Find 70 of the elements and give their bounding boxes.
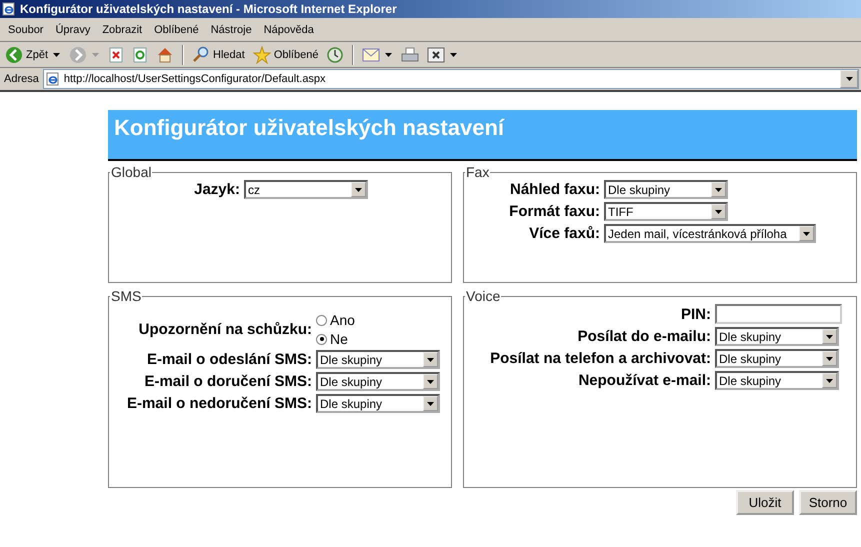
envelope-icon [362, 48, 380, 62]
home-icon [156, 46, 174, 64]
field-label: Posílat na telefon a archivovat: [489, 350, 711, 367]
caret-icon [355, 188, 362, 192]
dropdown[interactable]: cz [244, 180, 368, 199]
caret-icon [803, 232, 810, 236]
dropdown[interactable]: Dle skupiny [316, 394, 440, 413]
field-label: Posílat do e-mailu: [576, 328, 711, 345]
caret-icon [427, 380, 434, 384]
pin-field[interactable] [715, 304, 842, 324]
caret-icon [427, 402, 434, 406]
stop-icon [108, 46, 124, 62]
dropdown[interactable]: Dle skupiny [715, 349, 839, 368]
dropdown-arrow-icon[interactable] [53, 52, 60, 56]
group-legend: Fax [465, 164, 490, 180]
dropdown-button[interactable] [840, 70, 858, 88]
form-button[interactable]: Storno [799, 490, 857, 515]
dropdown[interactable]: Dle skupiny [604, 180, 728, 199]
address-label: Adresa [4, 73, 39, 85]
field-label: Více faxů: [528, 225, 600, 242]
refresh-icon [132, 46, 148, 62]
menu-item[interactable]: Nástroje [206, 24, 260, 36]
document-icon [427, 46, 446, 62]
page-heading: Konfigurátor uživatelských nastavení [114, 115, 504, 140]
group-legend: Voice [465, 288, 502, 304]
dropdown[interactable]: Dle skupiny [316, 350, 440, 369]
dropdown[interactable]: TIFF [604, 202, 728, 221]
menu-item[interactable]: Zobrazit [98, 24, 150, 36]
dropdown[interactable]: Dle skupiny [316, 372, 440, 391]
back-button[interactable]: Zpět [2, 44, 52, 66]
star-icon [252, 46, 271, 64]
caret-icon [715, 188, 722, 192]
field-label: PIN: [680, 306, 711, 322]
field-label: Náhled faxu: [508, 181, 600, 198]
radio-option[interactable]: Ano [316, 312, 355, 328]
address-field[interactable]: http://localhost/UserSettingsConfigurator/Default.aspx [42, 69, 859, 89]
search-icon [192, 46, 210, 64]
field-label: Jazyk: [193, 181, 240, 198]
dropdown-arrow-icon[interactable] [385, 52, 392, 56]
field-label: Nepoužívat e-mail: [577, 372, 711, 389]
group-legend: Global [110, 164, 152, 180]
form-button[interactable]: Uložit [736, 490, 794, 515]
caret-icon [846, 77, 852, 81]
field-label: Upozornění na schůzku: [138, 321, 312, 338]
field-label: E-mail o doručení SMS: [143, 373, 312, 390]
menu-item[interactable]: Soubor [4, 24, 52, 36]
group-legend: SMS [110, 288, 142, 304]
field-label: E-mail o nedoručení SMS: [126, 395, 312, 412]
page-icon [46, 72, 60, 86]
menu-item[interactable]: Nápověda [260, 24, 322, 36]
window-title: Konfigurátor uživatelských nastavení - Microsoft Internet Explorer [20, 2, 397, 16]
favorites-button[interactable]: Oblíbené [250, 44, 322, 66]
clock-icon [326, 46, 344, 64]
dropdown[interactable]: Dle skupiny [715, 371, 839, 390]
field-label: Formát faxu: [508, 203, 600, 220]
search-button[interactable]: Hledat [189, 44, 248, 66]
caret-icon [427, 358, 434, 362]
caret-icon [715, 210, 722, 214]
printer-icon [401, 47, 420, 62]
caret-icon [826, 334, 833, 338]
page-icon [2, 2, 16, 16]
dropdown[interactable]: Dle skupiny [715, 327, 839, 346]
field-label: E-mail o odeslání SMS: [146, 351, 312, 368]
menu-item[interactable]: Úpravy [51, 24, 98, 36]
radio-option[interactable]: Ne [316, 331, 355, 347]
caret-icon [826, 356, 833, 360]
dropdown-arrow-icon[interactable] [450, 52, 458, 56]
menu-item[interactable]: Oblíbené [150, 24, 207, 36]
dropdown[interactable]: Jeden mail, vícestránková příloha [604, 224, 816, 243]
caret-icon [826, 378, 833, 382]
